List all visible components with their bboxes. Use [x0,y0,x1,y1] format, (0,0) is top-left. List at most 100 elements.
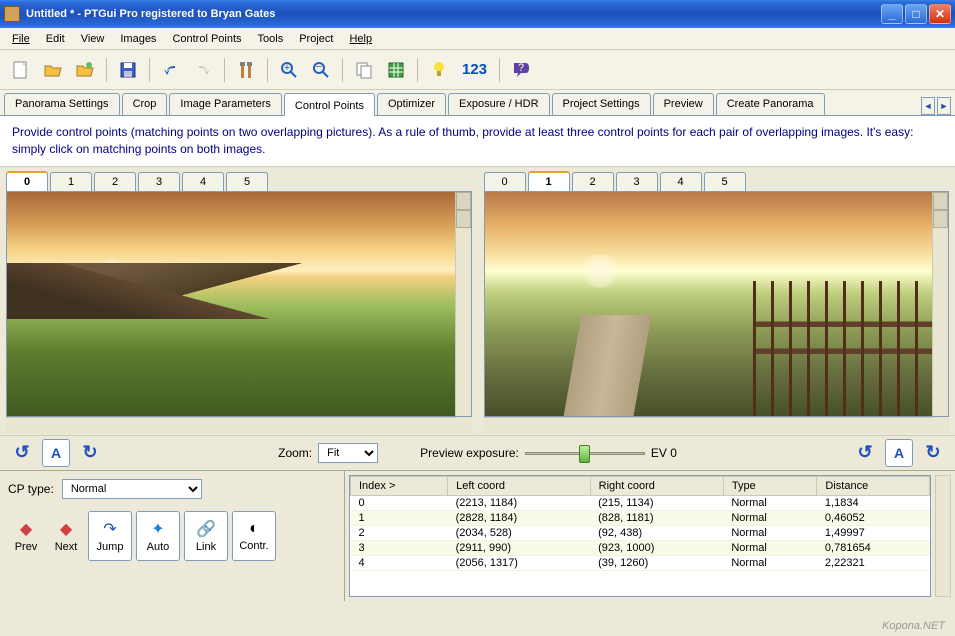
redo-icon[interactable] [188,55,218,85]
right-tabs-tab-1[interactable]: 1 [528,171,570,191]
bulb-icon[interactable] [424,55,454,85]
tab-exposure-hdr[interactable]: Exposure / HDR [448,93,549,115]
control-points-table[interactable]: Index >Left coordRight coordTypeDistance… [349,475,931,597]
menu-edit[interactable]: Edit [38,30,73,48]
prev-button[interactable]: ◆Prev [8,511,44,561]
auto-button[interactable]: ✦Auto [136,511,180,561]
open-folder-icon[interactable] [38,55,68,85]
table-vscroll[interactable] [935,475,951,597]
svg-text:?: ? [518,62,524,74]
minimize-button[interactable]: _ [881,4,903,24]
numbers-label[interactable]: 123 [456,61,493,78]
table-row[interactable]: 2(2034, 528)(92, 438)Normal1,49997 [351,525,930,540]
left-image-view[interactable] [7,192,455,416]
zoom-select[interactable]: Fit [318,443,378,463]
tab-panorama-settings[interactable]: Panorama Settings [4,93,120,115]
instruction-text: Provide control points (matching points … [0,116,955,167]
left-tabs-tab-4[interactable]: 4 [182,172,224,191]
tab-project-settings[interactable]: Project Settings [552,93,651,115]
right-tabs-tab-0[interactable]: 0 [484,172,526,191]
window-titlebar: Untitled * - PTGui Pro registered to Bry… [0,0,955,28]
tab-control-points[interactable]: Control Points [284,93,375,116]
left-hscroll[interactable] [6,417,456,433]
left-tabs-tab-1[interactable]: 1 [50,172,92,191]
menu-view[interactable]: View [73,30,113,48]
right-pane: 012345 [478,167,955,435]
controls-row: ↺ A ↻ Zoom: Fit Preview exposure: EV 0 ↺… [0,435,955,471]
next-button[interactable]: ◆Next [48,511,84,561]
undo-icon[interactable] [156,55,186,85]
right-auto-a-button[interactable]: A [885,439,913,467]
svg-text:−: − [316,61,322,73]
left-tabs-tab-5[interactable]: 5 [226,172,268,191]
tab-image-parameters[interactable]: Image Parameters [169,93,281,115]
jump-button[interactable]: ↷Jump [88,511,132,561]
app-icon [4,6,20,22]
image-panes: 012345 012345 [0,167,955,435]
left-tabs-tab-0[interactable]: 0 [6,171,48,191]
table-row[interactable]: 0(2213, 1184)(215, 1134)Normal1,1834 [351,495,930,510]
right-tabs-tab-4[interactable]: 4 [660,172,702,191]
right-tabs-tab-2[interactable]: 2 [572,172,614,191]
tab-create-panorama[interactable]: Create Panorama [716,93,825,115]
table-header[interactable]: Left coord [448,476,591,495]
right-tabs-tab-3[interactable]: 3 [616,172,658,191]
close-button[interactable]: ✕ [929,4,951,24]
right-tabs-tab-5[interactable]: 5 [704,172,746,191]
cp-controls: CP type: Normal ◆Prev ◆Next ↷Jump ✦Auto … [0,471,345,601]
bottom-panel: CP type: Normal ◆Prev ◆Next ↷Jump ✦Auto … [0,471,955,601]
preview-exposure-label: Preview exposure: [420,446,519,460]
cp-type-label: CP type: [8,482,54,496]
table-header[interactable]: Index > [351,476,448,495]
help-icon[interactable]: ? [506,55,536,85]
table-header[interactable]: Distance [817,476,930,495]
right-hscroll[interactable] [484,417,934,433]
right-rotate-ccw-icon[interactable]: ↺ [851,439,879,467]
menubar: File Edit View Images Control Points Too… [0,28,955,50]
table-row[interactable]: 4(2056, 1317)(39, 1260)Normal2,22321 [351,555,930,570]
tabs-scroll-left[interactable]: ◄ [921,97,935,115]
tab-optimizer[interactable]: Optimizer [377,93,446,115]
table-row[interactable]: 1(2828, 1184)(828, 1181)Normal0,46052 [351,510,930,525]
cp-type-select[interactable]: Normal [62,479,202,499]
left-rotate-cw-icon[interactable]: ↻ [76,439,104,467]
toolbar: + − 123 ? [0,50,955,90]
table-header[interactable]: Right coord [590,476,723,495]
left-vscroll[interactable] [455,192,471,416]
left-auto-a-button[interactable]: A [42,439,70,467]
link-button[interactable]: 🔗Link [184,511,228,561]
left-pane: 012345 [0,167,478,435]
maximize-button[interactable]: □ [905,4,927,24]
menu-control-points[interactable]: Control Points [164,30,249,48]
menu-project[interactable]: Project [291,30,341,48]
zoom-out-icon[interactable]: − [306,55,336,85]
menu-help[interactable]: Help [341,30,380,48]
contrast-button[interactable]: ◐Contr. [232,511,276,561]
exposure-slider[interactable] [525,445,645,461]
menu-images[interactable]: Images [112,30,164,48]
tools-icon[interactable] [231,55,261,85]
menu-file[interactable]: File [4,30,38,48]
copy-icon[interactable] [349,55,379,85]
zoom-label: Zoom: [278,446,312,460]
left-rotate-ccw-icon[interactable]: ↺ [8,439,36,467]
zoom-in-icon[interactable]: + [274,55,304,85]
watermark: Kopona.NET [882,620,945,632]
table-header[interactable]: Type [723,476,817,495]
tabs-scroll-right[interactable]: ► [937,97,951,115]
grid-icon[interactable] [381,55,411,85]
table-row[interactable]: 3(2911, 990)(923, 1000)Normal0,781654 [351,540,930,555]
right-vscroll[interactable] [932,192,948,416]
window-title: Untitled * - PTGui Pro registered to Bry… [26,8,881,20]
main-tabs: Panorama SettingsCropImage ParametersCon… [0,90,955,116]
open-project-icon[interactable] [70,55,100,85]
new-doc-icon[interactable] [6,55,36,85]
tab-preview[interactable]: Preview [653,93,714,115]
menu-tools[interactable]: Tools [250,30,292,48]
left-tabs-tab-3[interactable]: 3 [138,172,180,191]
right-image-view[interactable] [485,192,933,416]
save-icon[interactable] [113,55,143,85]
right-rotate-cw-icon[interactable]: ↻ [919,439,947,467]
tab-crop[interactable]: Crop [122,93,168,115]
left-tabs-tab-2[interactable]: 2 [94,172,136,191]
